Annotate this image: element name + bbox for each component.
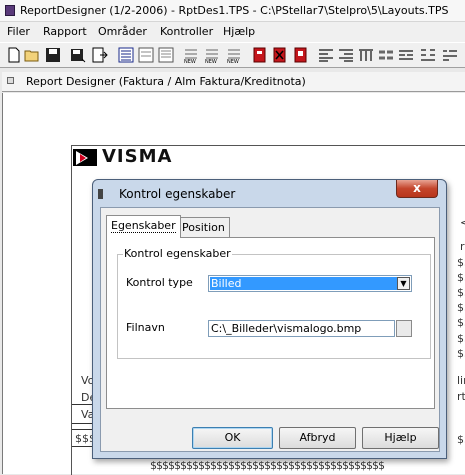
menubar: Filer Rapport Områder Kontroller Hjælp — [0, 22, 465, 42]
red-book-icon[interactable] — [252, 47, 268, 63]
toolbar: NEW NEW NEW — [0, 42, 465, 68]
align-3-icon[interactable] — [358, 47, 374, 63]
dialog-client: Egenskaber Position Kontrol egenskaber K… — [100, 207, 440, 452]
filnavn-label: Filnavn — [126, 321, 165, 334]
hjaelp-button[interactable]: Hjælp — [362, 427, 439, 449]
bg-text: $$ — [457, 286, 465, 299]
bg-text: $$ — [457, 332, 465, 345]
browse-button[interactable] — [396, 320, 412, 337]
child-window-title: Report Designer (Faktura / Alm Faktura/K… — [26, 75, 306, 88]
child-window-icon[interactable] — [7, 77, 14, 84]
svg-text:NEW: NEW — [205, 59, 217, 63]
doc-lines-icon[interactable] — [158, 47, 174, 63]
bg-text: < — [460, 216, 465, 229]
new-field-2-icon[interactable]: NEW — [204, 47, 220, 63]
bg-text: lir — [457, 374, 465, 387]
visma-logo-text: VISMA — [102, 146, 173, 167]
afbryd-button[interactable]: Afbryd — [279, 427, 356, 449]
bg-text: $$ — [457, 301, 465, 314]
save-icon[interactable] — [45, 47, 61, 63]
red-book-2-icon[interactable] — [293, 47, 309, 63]
menu-filer[interactable]: Filer — [7, 25, 30, 38]
app-titlebar: ReportDesigner (1/2-2006) - RptDes1.TPS … — [0, 0, 465, 22]
kontrol-egenskaber-dialog: Kontrol egenskaber x Egenskaber Position… — [92, 179, 447, 459]
dialog-title: Kontrol egenskaber — [119, 187, 236, 201]
doc-icon[interactable] — [138, 47, 154, 63]
save-as-icon[interactable] — [70, 47, 86, 63]
bg-text: rti — [457, 390, 465, 403]
tab-label: Egenskaber — [111, 219, 176, 233]
list-icon[interactable] — [118, 47, 134, 63]
bg-text: ri — [460, 240, 465, 253]
app-title: ReportDesigner (1/2-2006) - RptDes1.TPS … — [20, 4, 449, 17]
kontrol-egenskaber-group: Kontrol egenskaber Kontrol type Billed ▼… — [117, 247, 431, 359]
align-2-icon[interactable] — [338, 47, 354, 63]
new-field-icon[interactable]: NEW — [183, 47, 199, 63]
align-7-icon[interactable] — [442, 47, 458, 63]
svg-text:NEW: NEW — [184, 59, 196, 63]
bg-text: $$$$$$$$$$$$$$$$$$$$$$$$$$$$$$$$$$$$$$$ — [150, 459, 385, 472]
tab-panel: Kontrol egenskaber Kontrol type Billed ▼… — [106, 237, 435, 409]
dropdown-arrow-icon[interactable]: ▼ — [397, 277, 410, 290]
menu-kontroller[interactable]: Kontroller — [160, 25, 213, 38]
open-icon[interactable] — [24, 47, 40, 63]
bg-text: $$ — [457, 347, 465, 360]
kontrol-type-select[interactable]: Billed ▼ — [208, 275, 412, 292]
menu-omrader[interactable]: Områder — [98, 25, 147, 38]
tab-egenskaber[interactable]: Egenskaber — [106, 215, 181, 238]
ok-button[interactable]: OK — [192, 427, 273, 449]
new-icon[interactable] — [6, 47, 22, 63]
svg-text:NEW: NEW — [227, 59, 239, 63]
bg-text: $$ — [457, 433, 465, 446]
tab-label: Position — [182, 221, 225, 234]
export-icon[interactable] — [92, 47, 108, 63]
tab-position[interactable]: Position — [177, 217, 230, 237]
bg-text: $$ — [457, 271, 465, 284]
align-1-icon[interactable] — [318, 47, 334, 63]
bg-text: $$ — [457, 316, 465, 329]
menu-rapport[interactable]: Rapport — [43, 25, 87, 38]
bg-text: $$ — [457, 256, 465, 269]
align-6-icon[interactable] — [420, 47, 436, 63]
close-button[interactable]: x — [396, 180, 438, 198]
align-5-icon[interactable] — [398, 47, 414, 63]
menu-hjaelp[interactable]: Hjælp — [223, 25, 255, 38]
app-icon — [5, 5, 15, 16]
new-field-3-icon[interactable]: NEW — [226, 47, 242, 63]
red-book-x-icon[interactable] — [272, 47, 288, 63]
align-4-icon[interactable] — [378, 47, 394, 63]
dialog-icon — [98, 189, 103, 199]
child-window-titlebar: Report Designer (Faktura / Alm Faktura/K… — [2, 72, 465, 92]
group-label: Kontrol egenskaber — [123, 247, 232, 260]
kontrol-type-value: Billed — [210, 277, 397, 290]
kontrol-type-label: Kontrol type — [126, 276, 193, 289]
filnavn-input[interactable]: C:\_Billeder\vismalogo.bmp — [208, 320, 395, 337]
close-icon: x — [413, 181, 421, 195]
